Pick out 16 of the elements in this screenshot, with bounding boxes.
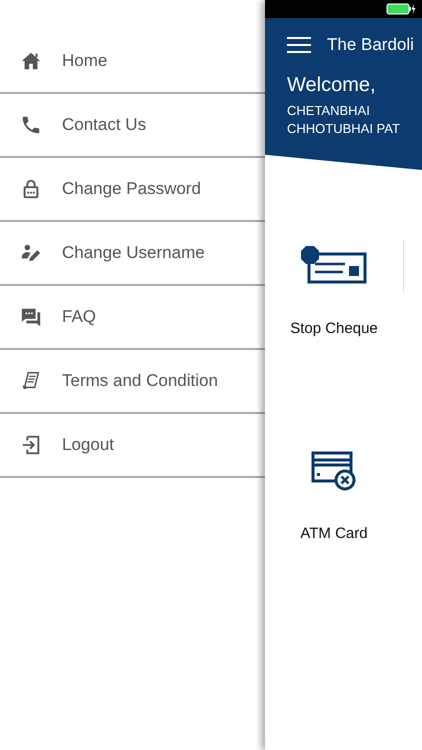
logout-icon xyxy=(20,434,42,456)
welcome-text: Welcome, xyxy=(287,74,377,96)
document-icon xyxy=(20,370,42,392)
user-name: CHETANBHAI xyxy=(287,102,371,120)
menu-icon[interactable] xyxy=(287,36,311,53)
blocked-card-icon xyxy=(311,450,357,490)
battery-icon xyxy=(386,3,416,15)
stop-cheque-icon xyxy=(301,246,367,286)
user-edit-icon xyxy=(20,242,42,264)
menu-tile[interactable]: ATM Card xyxy=(265,444,403,545)
menu-tile[interactable]: Stop Cheque xyxy=(265,240,403,340)
user-name: CHHOTUBHAI PAT xyxy=(287,120,401,138)
app-title: The Bardoli xyxy=(327,34,414,56)
chat-icon xyxy=(20,306,42,328)
phone-icon xyxy=(20,114,42,136)
home-icon xyxy=(20,50,42,72)
